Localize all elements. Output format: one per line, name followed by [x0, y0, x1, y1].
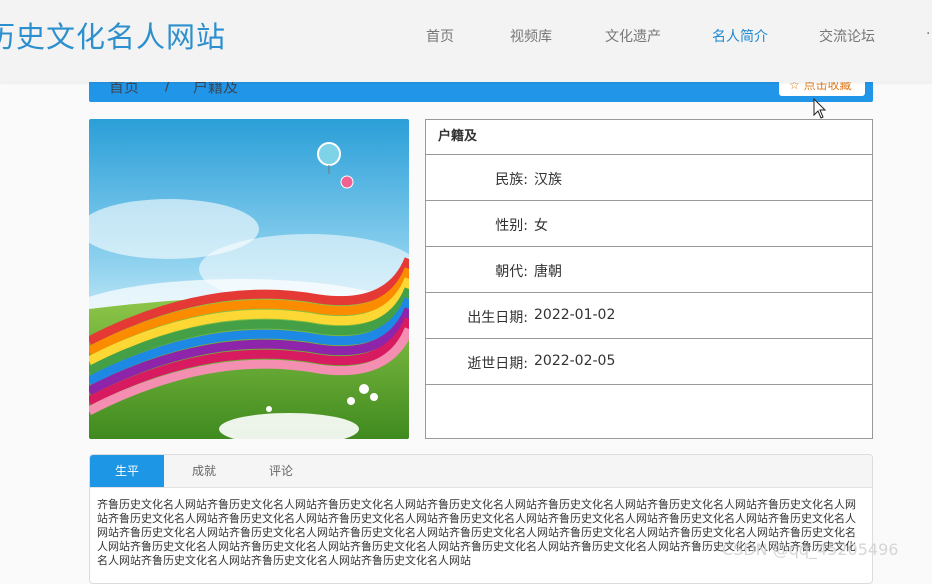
breadcrumb: 首页 / 户籍及 ☆ 点击收藏	[89, 82, 873, 102]
info-row-ethnicity: 民族: 汉族	[426, 155, 872, 201]
nav-item-forum[interactable]: 交流论坛	[819, 26, 875, 46]
main-nav: 首页 视频库 文化遗产 名人简介 交流论坛 ·	[0, 0, 932, 70]
breadcrumb-separator: /	[165, 82, 171, 94]
nav-item-heritage[interactable]: 文化遗产	[605, 26, 661, 46]
info-value: 2022-02-05	[534, 353, 616, 369]
info-row-gender: 性别: 女	[426, 201, 872, 247]
mouse-cursor-icon	[813, 98, 827, 119]
tab-achievements[interactable]: 成就	[168, 455, 240, 487]
info-label: 朝代:	[495, 264, 528, 280]
nav-item-home[interactable]: 首页	[426, 26, 454, 46]
watermark: CSDN @qq_45205496	[722, 540, 899, 559]
info-label: 民族:	[495, 172, 528, 188]
celebrity-portrait	[89, 119, 409, 439]
info-label: 出生日期:	[467, 310, 528, 326]
detail-tabs-panel: 生平 成就 评论 齐鲁历史文化名人网站齐鲁历史文化名人网站齐鲁历史文化名人网站齐…	[89, 454, 873, 584]
nav-item-celebrities[interactable]: 名人简介	[712, 26, 768, 46]
info-row-birth-date: 出生日期: 2022-01-02	[426, 293, 872, 339]
favorite-button[interactable]: ☆ 点击收藏	[779, 82, 865, 96]
breadcrumb-current: 户籍及	[193, 82, 239, 96]
info-value: 2022-01-02	[534, 307, 616, 323]
info-label: 性别:	[495, 218, 528, 234]
info-label: 逝世日期:	[467, 356, 528, 372]
tab-comments[interactable]: 评论	[245, 455, 317, 487]
nav-item-more-icon[interactable]: ·	[926, 26, 930, 42]
tab-biography[interactable]: 生平	[90, 455, 164, 487]
info-row-dynasty: 朝代: 唐朝	[426, 247, 872, 293]
info-row-death-date: 逝世日期: 2022-02-05	[426, 339, 872, 385]
breadcrumb-home[interactable]: 首页	[109, 82, 139, 97]
tab-bar: 生平 成就 评论	[90, 455, 872, 488]
profile-name: 户籍及	[426, 120, 872, 155]
info-value: 唐朝	[534, 264, 562, 280]
profile-info-table: 户籍及 民族: 汉族 性别: 女 朝代: 唐朝 出生日期: 2022-01-02…	[425, 119, 873, 439]
info-value: 女	[534, 218, 548, 234]
nav-item-videos[interactable]: 视频库	[510, 26, 552, 46]
site-header: 历史文化名人网站 首页 视频库 文化遗产 名人简介 交流论坛 ·	[0, 0, 932, 82]
info-value: 汉族	[534, 172, 562, 188]
